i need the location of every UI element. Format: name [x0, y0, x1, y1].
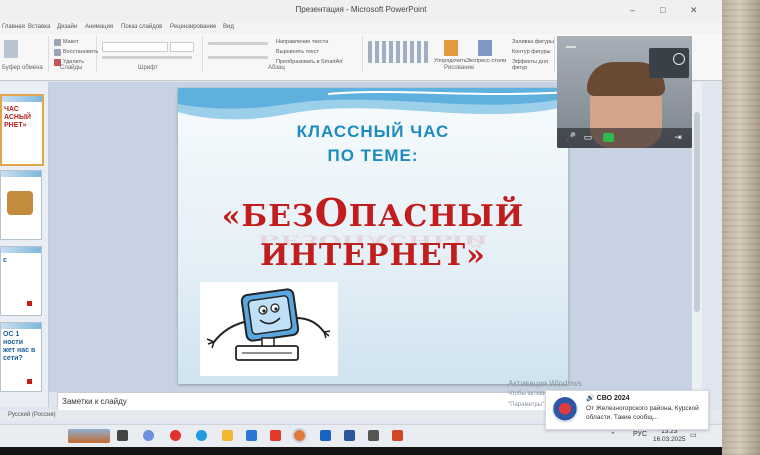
- camera-icon[interactable]: ▭: [583, 132, 593, 142]
- coat-of-arms-icon: [552, 397, 578, 423]
- tab-view[interactable]: Вид: [223, 24, 234, 30]
- leave-call-icon[interactable]: ⇥: [673, 132, 683, 142]
- microphone-icon[interactable]: 🎤: [565, 132, 576, 142]
- tab-home[interactable]: Главная: [2, 24, 25, 30]
- screen-share-icon[interactable]: [603, 133, 614, 142]
- ribbon-group-paragraph: Направление текста Выровнять текст Преоб…: [204, 36, 363, 72]
- thumbnail-image: [7, 191, 33, 215]
- edge-icon[interactable]: [196, 430, 207, 441]
- store-icon[interactable]: [320, 430, 331, 441]
- weather-widget-icon[interactable]: [68, 429, 110, 443]
- settings-icon[interactable]: [673, 53, 685, 65]
- tray-chevron-icon[interactable]: ⌃: [610, 431, 616, 439]
- paragraph-list-buttons[interactable]: [208, 42, 268, 45]
- tab-insert[interactable]: Вставка: [28, 24, 50, 30]
- task-view-icon[interactable]: [117, 430, 128, 441]
- status-language: Русский (Россия): [8, 412, 56, 418]
- tray-clock[interactable]: 13:23 16.03.2025: [653, 428, 686, 444]
- reset-icon[interactable]: [54, 49, 61, 56]
- photo-frame: Презентация - Microsoft PowerPoint – □ ✕…: [0, 0, 760, 455]
- word-icon[interactable]: [344, 430, 355, 441]
- font-format-buttons[interactable]: [102, 56, 192, 59]
- slide-title-line-2: ПО ТЕМЕ:: [327, 146, 419, 165]
- yandex-icon[interactable]: [270, 430, 281, 441]
- slide-thumbnail-2[interactable]: [0, 170, 42, 240]
- call-controls: 🎤 ▭ ⇥: [557, 128, 692, 148]
- thumbnail-marker-icon: [27, 301, 32, 306]
- ribbon-group-font: Шрифт: [98, 36, 203, 72]
- yandex-browser-icon[interactable]: [170, 430, 181, 441]
- monitor-bezel: [0, 447, 722, 455]
- notification-icon[interactable]: ▭: [690, 431, 697, 439]
- tab-review[interactable]: Рецензирование: [170, 24, 216, 30]
- monitor-screen: Презентация - Microsoft PowerPoint – □ ✕…: [0, 0, 722, 447]
- thumbnail-marker-icon: [27, 379, 32, 384]
- chrome-icon[interactable]: [294, 430, 305, 441]
- tab-animation[interactable]: Анимация: [85, 24, 113, 30]
- font-name-field[interactable]: [102, 42, 168, 52]
- copilot-icon[interactable]: [143, 430, 154, 441]
- notification-toast[interactable]: 🔊 СВО 2024 От Железногорского района, Ку…: [545, 390, 709, 430]
- ribbon-tabs: Главная Вставка Дизайн Анимация Показ сл…: [0, 22, 722, 34]
- font-size-field[interactable]: [170, 42, 194, 52]
- ribbon-group-drawing: Упорядочить Экспресс-стили Заливка фигур…: [364, 36, 555, 72]
- vertical-scrollbar[interactable]: [692, 82, 702, 392]
- slide-title-line-1: КЛАССНЫЙ ЧАС: [296, 122, 450, 141]
- close-button[interactable]: ✕: [690, 5, 698, 16]
- quick-styles-icon[interactable]: [478, 40, 492, 56]
- slide-thumbnail-1[interactable]: ЧАС АСНЫЙ РНЕТ»: [0, 94, 44, 166]
- slide-heading-line-2: ИНТЕРНЕТ»: [260, 238, 486, 273]
- maximize-button[interactable]: □: [660, 5, 665, 15]
- tab-slideshow[interactable]: Показ слайдов: [121, 24, 162, 30]
- wall-background: [720, 0, 760, 455]
- current-slide[interactable]: КЛАССНЫЙ ЧАС ПО ТЕМЕ: «БЕЗОПАСНЫЙ БЕЗОПА…: [178, 88, 568, 384]
- window-titlebar: Презентация - Microsoft PowerPoint – □ ✕: [0, 0, 722, 23]
- paste-icon[interactable]: [4, 40, 18, 58]
- file-explorer-icon[interactable]: [222, 430, 233, 441]
- toast-body: От Железногорского района, Курской облас…: [586, 405, 699, 421]
- media-icon[interactable]: [368, 430, 379, 441]
- window-title: Презентация - Microsoft PowerPoint: [295, 5, 427, 14]
- paragraph-align-buttons[interactable]: [208, 56, 268, 59]
- slide-thumbnail-4[interactable]: ОС 1 ности жет нас в сети?: [0, 322, 42, 392]
- smiling-computer-icon: [206, 288, 331, 361]
- tray-language[interactable]: РУС: [633, 431, 647, 438]
- mail-icon[interactable]: [246, 430, 257, 441]
- tab-design[interactable]: Дизайн: [57, 24, 77, 30]
- arrange-icon[interactable]: [444, 40, 458, 56]
- slide-thumbnail-pane: ЧАС АСНЫЙ РНЕТ» с ОС 1 ности жет нас в с…: [0, 82, 49, 407]
- minimize-button[interactable]: –: [630, 5, 635, 15]
- layout-icon[interactable]: [54, 39, 61, 46]
- call-menu-icon[interactable]: [566, 46, 576, 48]
- slide-heading-line-1: «БЕЗОПАСНЫЙ: [221, 190, 525, 235]
- video-call-window[interactable]: 🎤 ▭ ⇥: [557, 36, 692, 148]
- ribbon-group-clipboard: Буфер обмена: [0, 36, 49, 72]
- slide-thumbnail-3[interactable]: с: [0, 246, 42, 316]
- ribbon-group-slides: Макет Восстановить Удалить Слайды: [50, 36, 98, 72]
- computer-clipart: [200, 282, 338, 376]
- notes-placeholder: Заметки к слайду: [62, 397, 127, 406]
- toast-title: 🔊 СВО 2024: [586, 395, 630, 402]
- powerpoint-icon[interactable]: [392, 430, 403, 441]
- shapes-gallery[interactable]: [368, 41, 428, 63]
